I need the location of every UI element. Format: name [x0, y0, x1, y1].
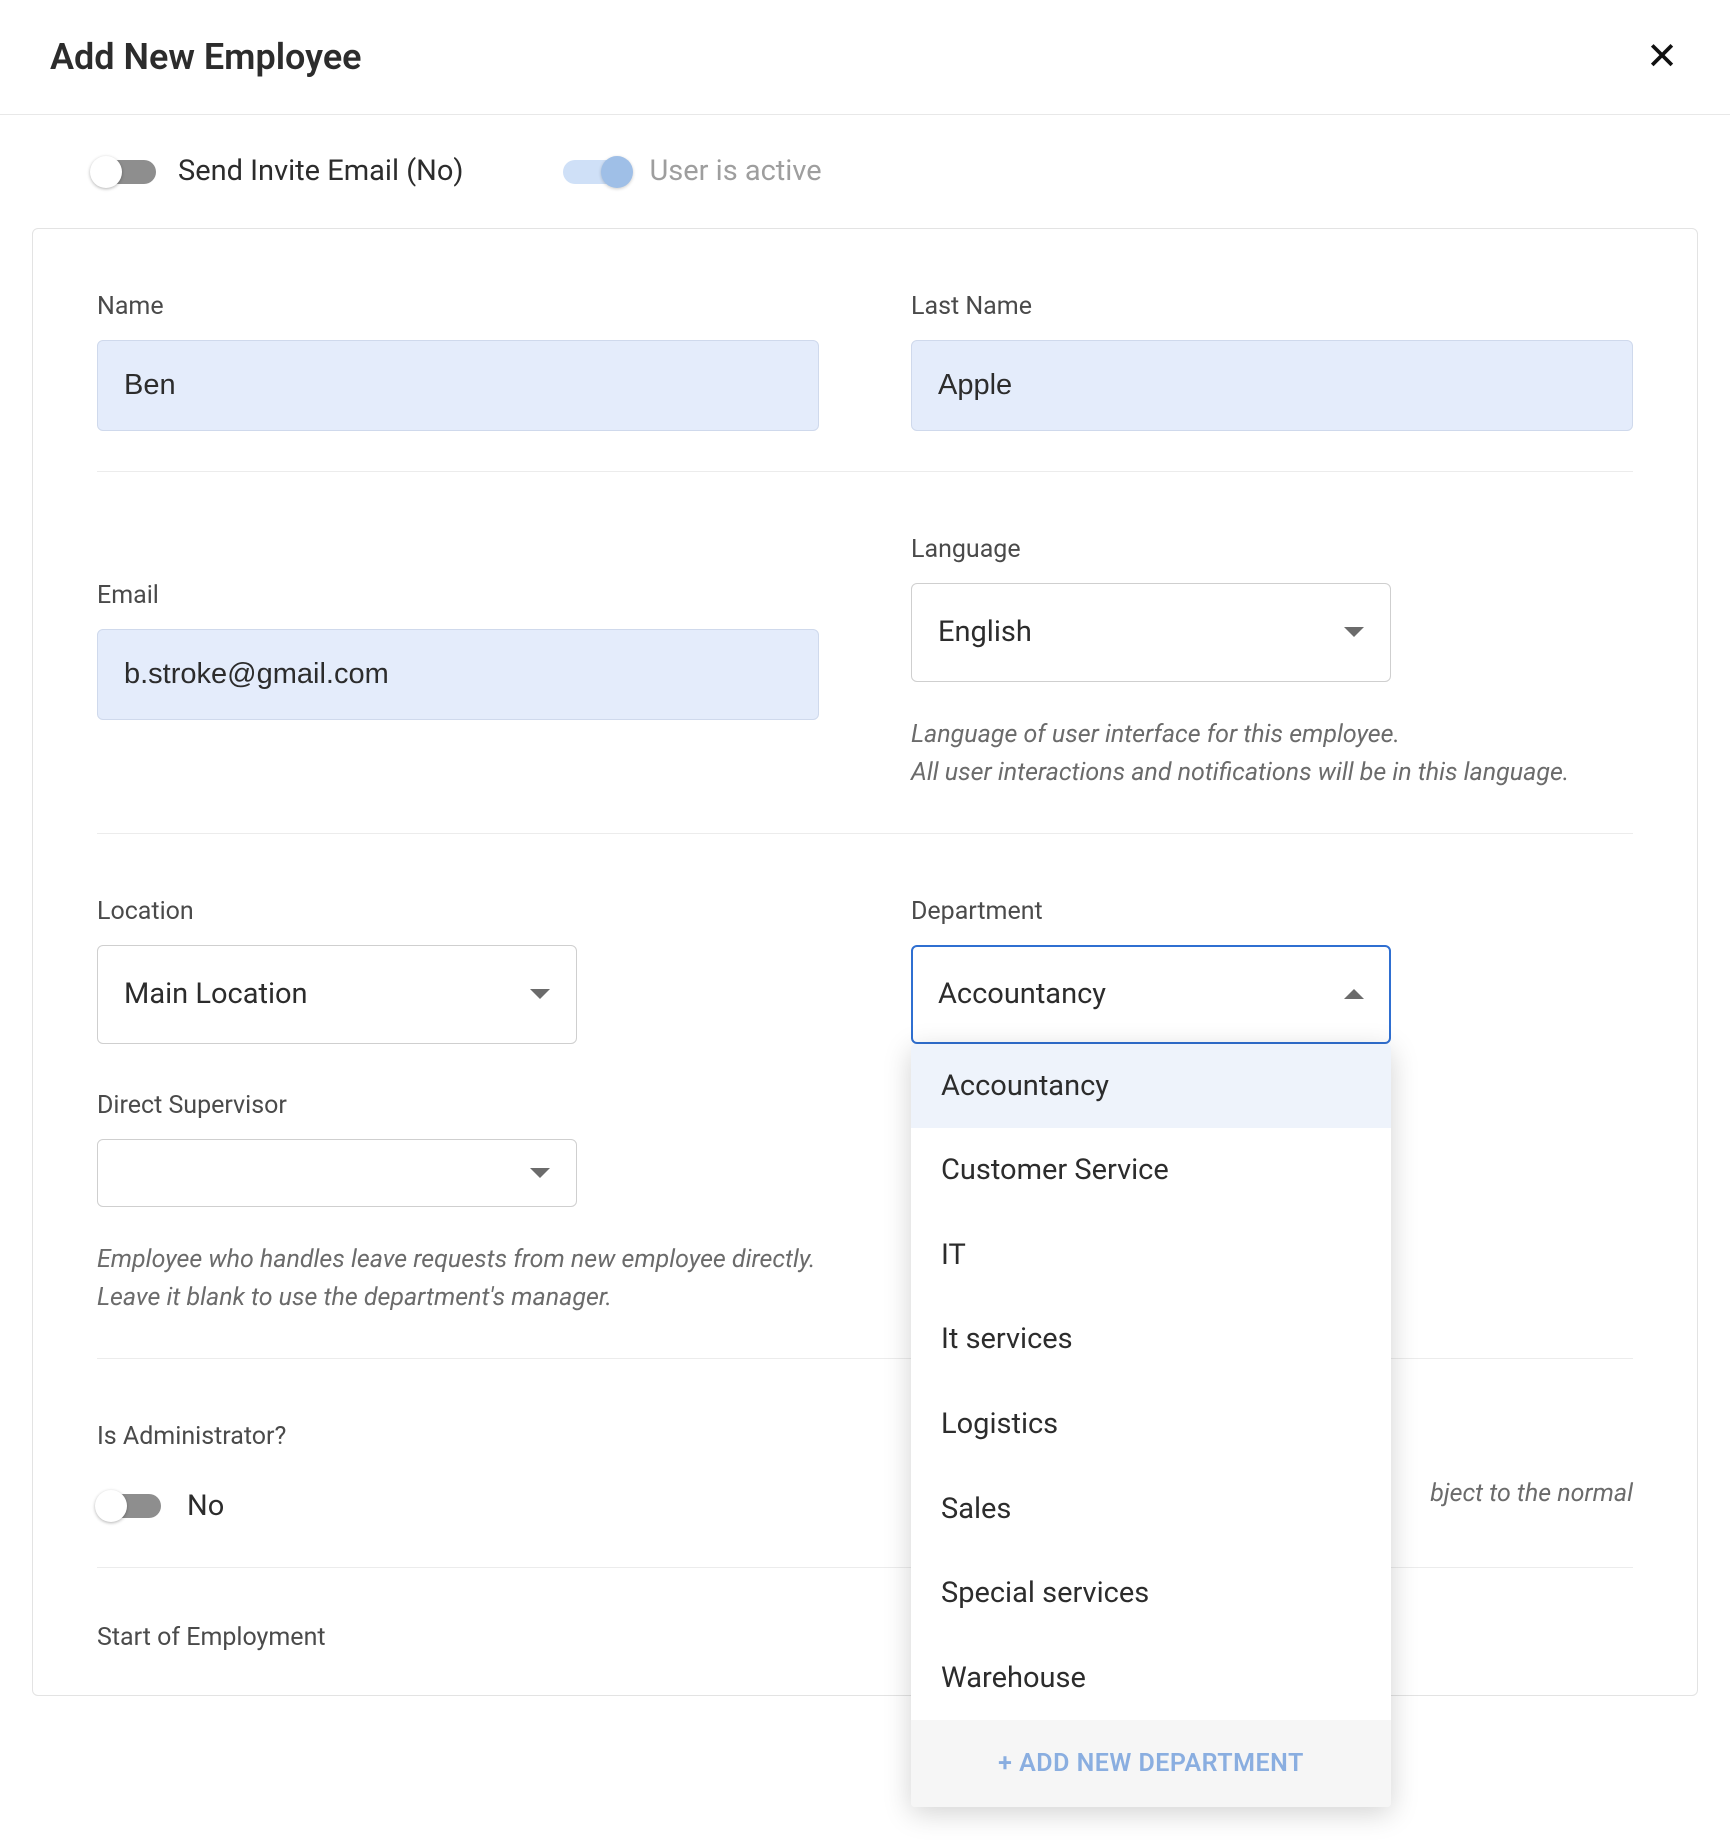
- row-supervisor: Direct Supervisor Employee who handles l…: [97, 1044, 1633, 1360]
- department-option[interactable]: IT: [911, 1213, 1391, 1298]
- send-invite-toggle[interactable]: [92, 160, 156, 184]
- row-start: Start of Employment: [97, 1568, 1633, 1655]
- send-invite-toggle-group: Send Invite Email (No): [92, 151, 463, 192]
- department-option[interactable]: Logistics: [911, 1382, 1391, 1467]
- admin-label: Is Administrator?: [97, 1419, 1633, 1454]
- chevron-down-icon: [1344, 627, 1364, 637]
- department-option[interactable]: Sales: [911, 1467, 1391, 1552]
- supervisor-select[interactable]: [97, 1139, 577, 1207]
- department-dropdown: Accountancy Customer Service IT It servi…: [911, 1044, 1391, 1808]
- admin-toggle[interactable]: [97, 1494, 161, 1518]
- department-value: Accountancy: [938, 974, 1106, 1015]
- name-input[interactable]: [97, 340, 819, 431]
- email-label: Email: [97, 578, 819, 613]
- department-option[interactable]: Customer Service: [911, 1128, 1391, 1213]
- chevron-up-icon: [1344, 989, 1364, 999]
- language-label: Language: [911, 532, 1633, 567]
- location-label: Location: [97, 894, 819, 929]
- chevron-down-icon: [530, 1168, 550, 1178]
- supervisor-helper: Employee who handles leave requests from…: [97, 1241, 819, 1319]
- user-active-toggle-group: User is active: [563, 151, 821, 192]
- email-field: Email: [97, 532, 819, 793]
- language-field: Language English Language of user interf…: [911, 532, 1633, 793]
- name-label: Name: [97, 289, 819, 324]
- modal-header: Add New Employee ✕: [0, 0, 1730, 115]
- admin-helper-fragment: bject to the normal: [1430, 1476, 1633, 1511]
- user-active-toggle[interactable]: [563, 160, 627, 184]
- admin-value-text: No: [187, 1486, 224, 1527]
- form-card: Name Last Name Email Language English: [32, 228, 1698, 1696]
- department-option[interactable]: It services: [911, 1297, 1391, 1382]
- location-field: Location Main Location: [97, 894, 819, 1044]
- send-invite-label: Send Invite Email (No): [178, 151, 463, 192]
- lastname-label: Last Name: [911, 289, 1633, 324]
- department-field: Department Accountancy Accountancy Custo…: [911, 894, 1633, 1044]
- language-value: English: [938, 612, 1032, 653]
- department-option[interactable]: Accountancy: [911, 1044, 1391, 1129]
- chevron-down-icon: [530, 989, 550, 999]
- email-input[interactable]: [97, 629, 819, 720]
- modal-title: Add New Employee: [50, 32, 362, 82]
- user-active-label: User is active: [649, 151, 821, 192]
- lastname-input[interactable]: [911, 340, 1633, 431]
- language-select[interactable]: English: [911, 583, 1391, 682]
- supervisor-field: Direct Supervisor Employee who handles l…: [97, 1088, 819, 1319]
- supervisor-label: Direct Supervisor: [97, 1088, 819, 1123]
- location-value: Main Location: [124, 974, 308, 1015]
- admin-toggle-line: No: [97, 1486, 1633, 1527]
- name-field: Name: [97, 289, 819, 431]
- location-select[interactable]: Main Location: [97, 945, 577, 1044]
- add-employee-modal: Add New Employee ✕ Send Invite Email (No…: [0, 0, 1730, 1842]
- department-option[interactable]: Warehouse: [911, 1636, 1391, 1721]
- department-option[interactable]: Special services: [911, 1551, 1391, 1636]
- language-helper: Language of user interface for this empl…: [911, 716, 1633, 794]
- add-department-button[interactable]: + ADD NEW DEPARTMENT: [911, 1720, 1391, 1807]
- start-label: Start of Employment: [97, 1620, 1633, 1655]
- row-name: Name Last Name: [97, 229, 1633, 472]
- lastname-field: Last Name: [911, 289, 1633, 431]
- row-location-department: Location Main Location Department Accoun…: [97, 834, 1633, 1044]
- row-admin: Is Administrator? No bject to the normal: [97, 1359, 1633, 1568]
- row-email-language: Email Language English Language of user …: [97, 472, 1633, 834]
- department-select[interactable]: Accountancy: [911, 945, 1391, 1044]
- close-icon[interactable]: ✕: [1642, 38, 1682, 76]
- toggles-row: Send Invite Email (No) User is active: [0, 115, 1730, 228]
- department-label: Department: [911, 894, 1633, 929]
